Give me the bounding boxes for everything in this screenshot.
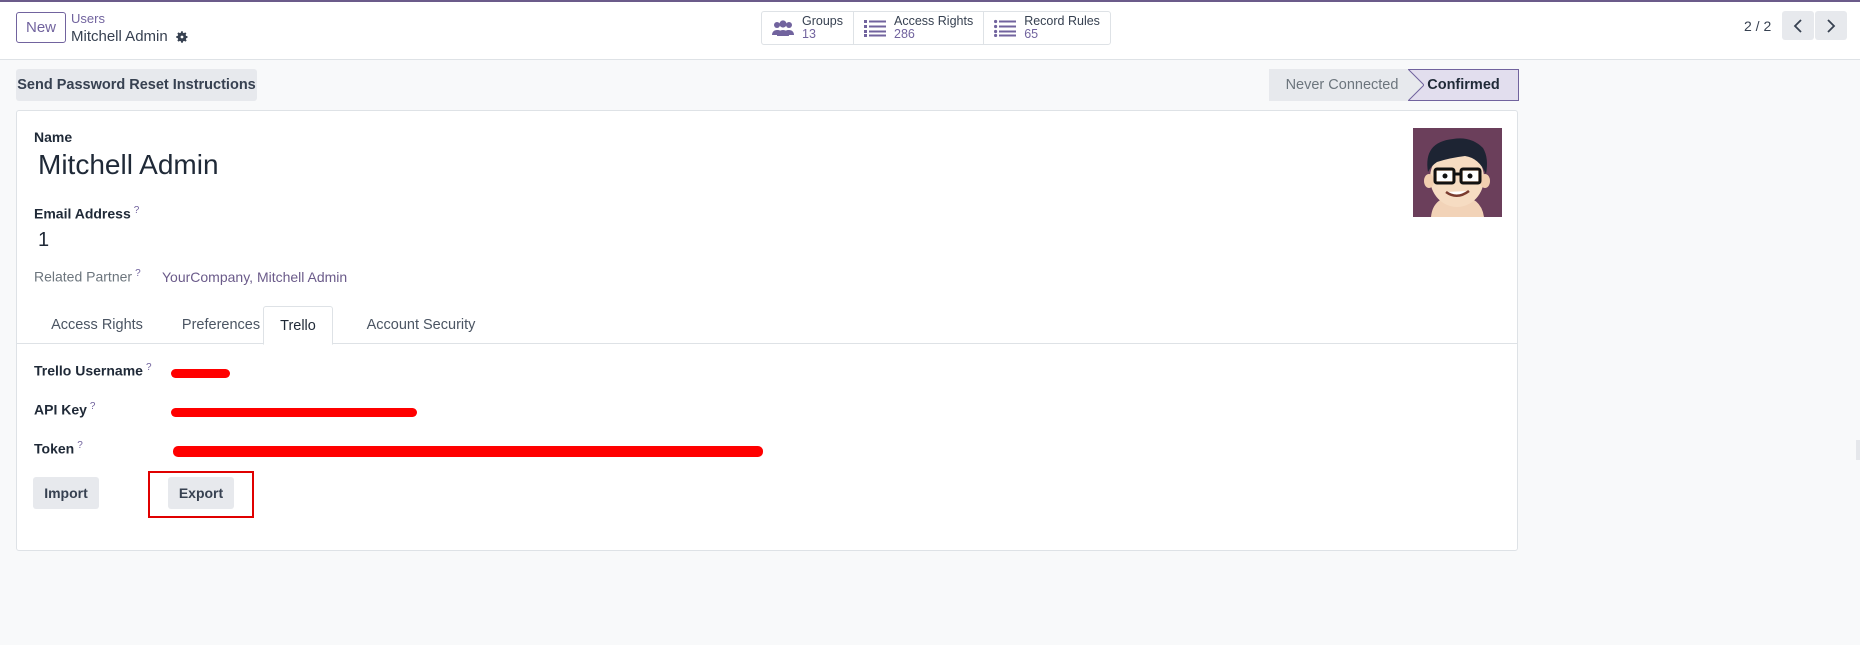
avatar[interactable] xyxy=(1413,128,1502,217)
record-rules-smart-button[interactable]: Record Rules 65 xyxy=(984,12,1110,44)
statusbar: Never Connected Confirmed xyxy=(1269,69,1519,101)
groups-smart-button[interactable]: Groups 13 xyxy=(762,12,854,44)
tab-preferences[interactable]: Preferences xyxy=(164,306,278,344)
pager-next-button[interactable] xyxy=(1815,11,1847,40)
groups-count: 13 xyxy=(802,27,816,41)
token-label-text: Token xyxy=(34,440,75,457)
record-rules-count: 65 xyxy=(1024,27,1039,41)
send-password-reset-button[interactable]: Send Password Reset Instructions xyxy=(16,69,257,101)
pager-previous-button[interactable] xyxy=(1782,11,1814,40)
stage-never-connected[interactable]: Never Connected xyxy=(1269,69,1409,101)
form-sheet: Name Mitchell Admin Email Address? 1 Rel… xyxy=(16,110,1518,551)
breadcrumb-current-label: Mitchell Admin xyxy=(71,28,168,45)
access-rights-smart-button[interactable]: Access Rights 286 xyxy=(854,12,985,44)
related-partner-link[interactable]: YourCompany, Mitchell Admin xyxy=(162,269,347,285)
users-icon xyxy=(772,20,794,36)
list-icon xyxy=(864,20,886,37)
trello-username-help-icon[interactable]: ? xyxy=(146,362,152,373)
tab-account-security[interactable]: Account Security xyxy=(342,306,500,344)
access-rights-count: 286 xyxy=(894,27,915,41)
email-label-text: Email Address xyxy=(34,205,131,222)
partner-help-icon[interactable]: ? xyxy=(135,268,141,279)
new-button[interactable]: New xyxy=(16,12,66,43)
api-key-field-redacted[interactable] xyxy=(171,408,417,417)
export-highlight-box xyxy=(148,471,254,518)
email-field[interactable]: 1 xyxy=(38,229,49,252)
name-field[interactable]: Mitchell Admin xyxy=(38,149,219,181)
breadcrumb: Users Mitchell Admin xyxy=(71,11,189,47)
trello-username-label: Trello Username? xyxy=(34,362,152,379)
partner-label-text: Related Partner xyxy=(34,268,133,285)
token-help-icon[interactable]: ? xyxy=(77,440,83,451)
stage-confirmed[interactable]: Confirmed xyxy=(1409,69,1519,101)
tab-access-rights[interactable]: Access Rights xyxy=(34,306,160,344)
breadcrumb-users-link[interactable]: Users xyxy=(71,11,189,27)
api-key-label: API Key? xyxy=(34,401,95,418)
import-button[interactable]: Import xyxy=(33,477,99,509)
notebook-tabs: Access Rights Preferences Trello Account… xyxy=(17,306,1517,345)
email-help-icon[interactable]: ? xyxy=(134,205,140,216)
name-label: Name xyxy=(34,129,73,145)
smart-buttons: Groups 13 Access Rights 286 Record Rules… xyxy=(761,11,1111,45)
token-field-redacted[interactable] xyxy=(173,446,763,457)
gear-icon[interactable] xyxy=(175,30,189,44)
breadcrumb-current: Mitchell Admin xyxy=(71,27,189,47)
tab-trello[interactable]: Trello xyxy=(263,306,333,345)
token-label: Token? xyxy=(34,440,83,457)
chevron-left-icon xyxy=(1793,18,1802,33)
scrollbar-edge[interactable] xyxy=(1856,440,1860,460)
partner-label: Related Partner? xyxy=(34,268,141,285)
trello-username-field-redacted[interactable] xyxy=(171,369,230,378)
trello-username-label-text: Trello Username xyxy=(34,362,143,379)
list-icon xyxy=(994,19,1017,37)
api-key-help-icon[interactable]: ? xyxy=(90,401,96,412)
stage-arrow xyxy=(1408,69,1424,101)
api-key-label-text: API Key xyxy=(34,401,87,418)
pager-value[interactable]: 2 / 2 xyxy=(1744,18,1771,34)
control-panel: New Users Mitchell Admin Groups 13 Acces… xyxy=(0,2,1860,60)
chevron-right-icon xyxy=(1827,18,1836,33)
email-label: Email Address? xyxy=(34,205,139,222)
